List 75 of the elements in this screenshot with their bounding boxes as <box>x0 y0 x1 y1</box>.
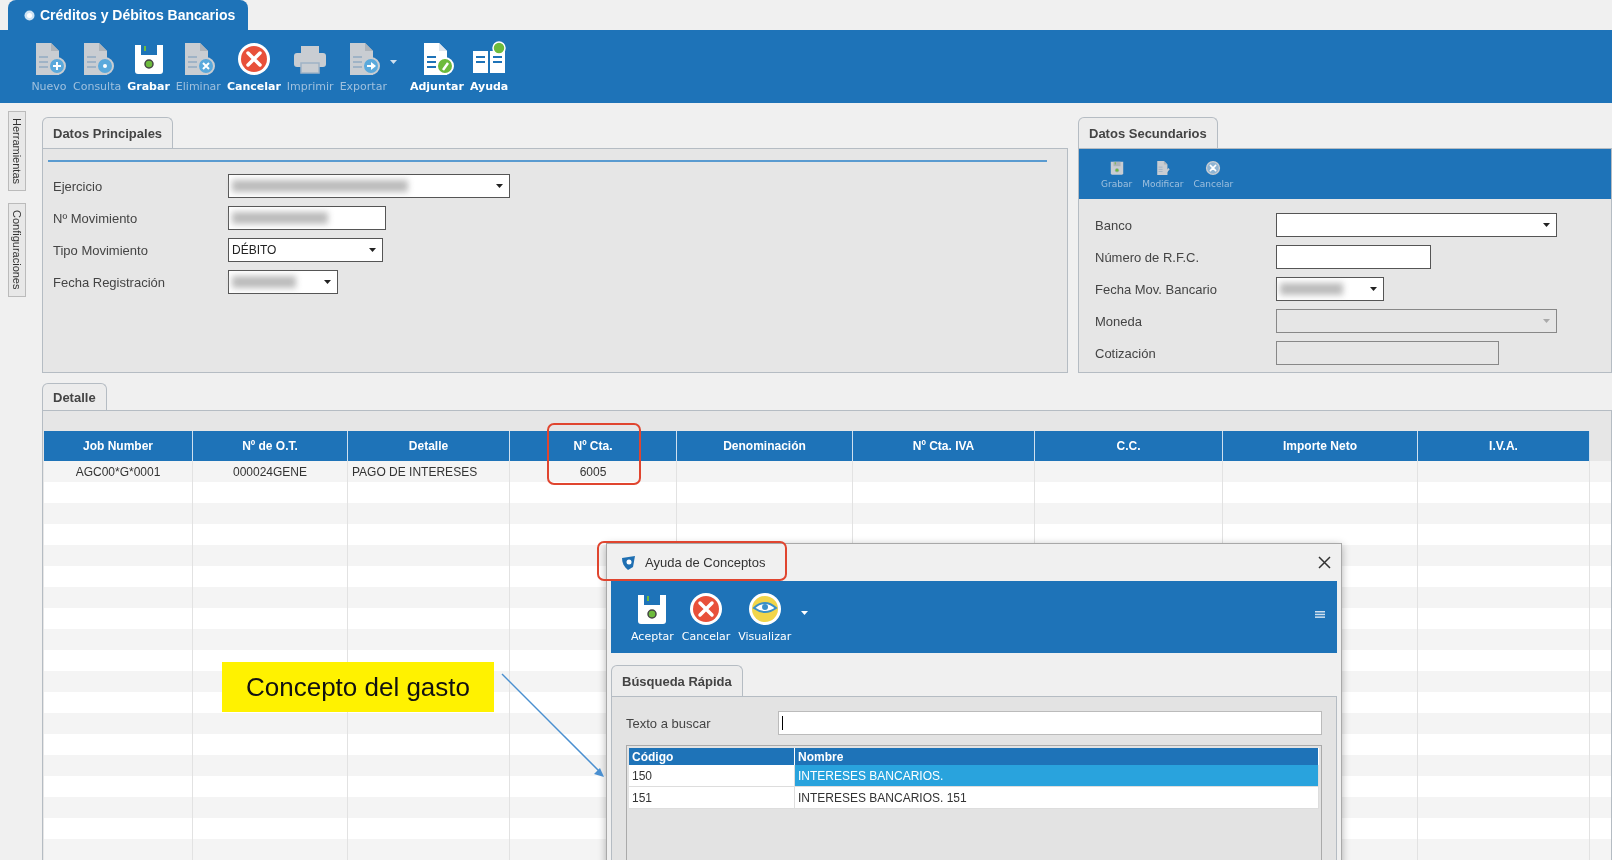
eye-icon <box>746 591 783 627</box>
document-pencil-icon <box>1154 159 1171 176</box>
dialog-title: Ayuda de Conceptos <box>645 555 767 570</box>
field-label: Tipo Movimiento <box>52 242 149 258</box>
field-label: Ejercicio <box>52 178 104 194</box>
caret-icon <box>1543 223 1550 227</box>
input-field[interactable] <box>228 206 386 230</box>
floppy-icon <box>1108 159 1125 176</box>
table-cell: INTERESES BANCARIOS. 151 <box>795 787 1319 808</box>
cancel-icon <box>235 40 272 77</box>
table-cell: INTERESES BANCARIOS. <box>795 765 1319 786</box>
caret-icon <box>369 248 376 252</box>
toolbar-button[interactable]: Aceptar <box>627 591 678 643</box>
input-field[interactable] <box>1276 245 1431 269</box>
field-label: Banco <box>1094 217 1133 233</box>
panel-tab[interactable]: Datos Principales <box>42 117 174 148</box>
cancel-icon <box>1205 159 1222 176</box>
column-header[interactable]: Nº Cta. <box>510 431 677 461</box>
column-header[interactable]: Nº de O.T. <box>193 431 348 461</box>
field-label: Fecha Mov. Bancario <box>1094 281 1218 297</box>
caret-icon <box>801 610 809 615</box>
search-field[interactable] <box>778 711 1322 735</box>
column-header[interactable]: Denominación <box>677 431 853 461</box>
app-icon <box>24 9 35 21</box>
table-cell: 151 <box>629 787 795 808</box>
side-tab[interactable]: Configuraciones <box>8 203 26 297</box>
table-row[interactable]: 151 INTERESES BANCARIOS. 151 <box>629 787 1319 809</box>
column-header[interactable]: Job Number <box>44 431 193 461</box>
caret-icon <box>389 60 397 64</box>
field-label: Número de R.F.C. <box>1094 249 1201 265</box>
toolbar-button[interactable]: Visualizar <box>734 591 796 643</box>
shield-icon <box>621 554 637 571</box>
side-tab[interactable]: Herramientas <box>8 111 26 192</box>
field-label: Cotización <box>1094 345 1157 361</box>
column-header[interactable]: Detalle <box>348 431 510 461</box>
menu-icon[interactable] <box>1315 611 1325 618</box>
window-title: Créditos y Débitos Bancarios <box>40 7 236 23</box>
field-label: Nº Movimiento <box>52 210 139 226</box>
table-row[interactable]: 150 INTERESES BANCARIOS. <box>629 765 1319 787</box>
toolbar-button[interactable]: Cancelar <box>223 40 284 93</box>
column-header[interactable]: Código <box>629 748 795 765</box>
caret-icon <box>1370 287 1377 291</box>
callout-label: Concepto del gasto <box>222 662 494 712</box>
redacted-value <box>232 276 297 288</box>
table-cell: PAGO DE INTERESES <box>352 464 478 479</box>
table-cell: AGC00*G*0001 <box>75 464 161 479</box>
dropdown-field[interactable] <box>1276 213 1557 237</box>
caret-icon <box>324 280 331 284</box>
field-label: Moneda <box>1094 313 1143 329</box>
column-header[interactable]: I.V.A. <box>1418 431 1590 461</box>
toolbar-button[interactable]: Grabar <box>124 40 173 93</box>
redacted-value <box>1280 283 1344 295</box>
panel-tab[interactable]: Búsqueda Rápida <box>611 665 743 696</box>
date-field[interactable] <box>228 270 338 294</box>
close-icon[interactable] <box>1318 556 1331 569</box>
column-header[interactable]: Nº Cta. IVA <box>853 431 1035 461</box>
panel-tab[interactable]: Datos Secundarios <box>1078 117 1218 148</box>
panel-tab[interactable]: Detalle <box>42 383 107 410</box>
dropdown-field[interactable] <box>228 174 510 198</box>
window-tab[interactable]: Créditos y Débitos Bancarios <box>8 0 248 30</box>
field-label: Texto a buscar <box>626 715 712 731</box>
toolbar-button[interactable]: Cancelar <box>677 591 735 643</box>
dropdown-field[interactable]: DÉBITO <box>228 238 383 262</box>
column-header[interactable]: Nombre <box>795 748 1319 765</box>
column-header[interactable]: C.C. <box>1035 431 1223 461</box>
table-cell: 6005 <box>579 464 607 479</box>
cancel-icon <box>688 591 724 627</box>
column-header[interactable]: Importe Neto <box>1223 431 1418 461</box>
toolbar-button[interactable]: Adjuntar <box>406 40 467 93</box>
toolbar-button[interactable]: Ayuda <box>466 40 512 93</box>
field-label: Fecha Registración <box>52 274 166 290</box>
caret-icon <box>496 184 503 188</box>
table-cell: 000024GENE <box>232 464 308 479</box>
caret-icon <box>1543 319 1550 323</box>
dropdown-field[interactable] <box>1276 277 1384 301</box>
